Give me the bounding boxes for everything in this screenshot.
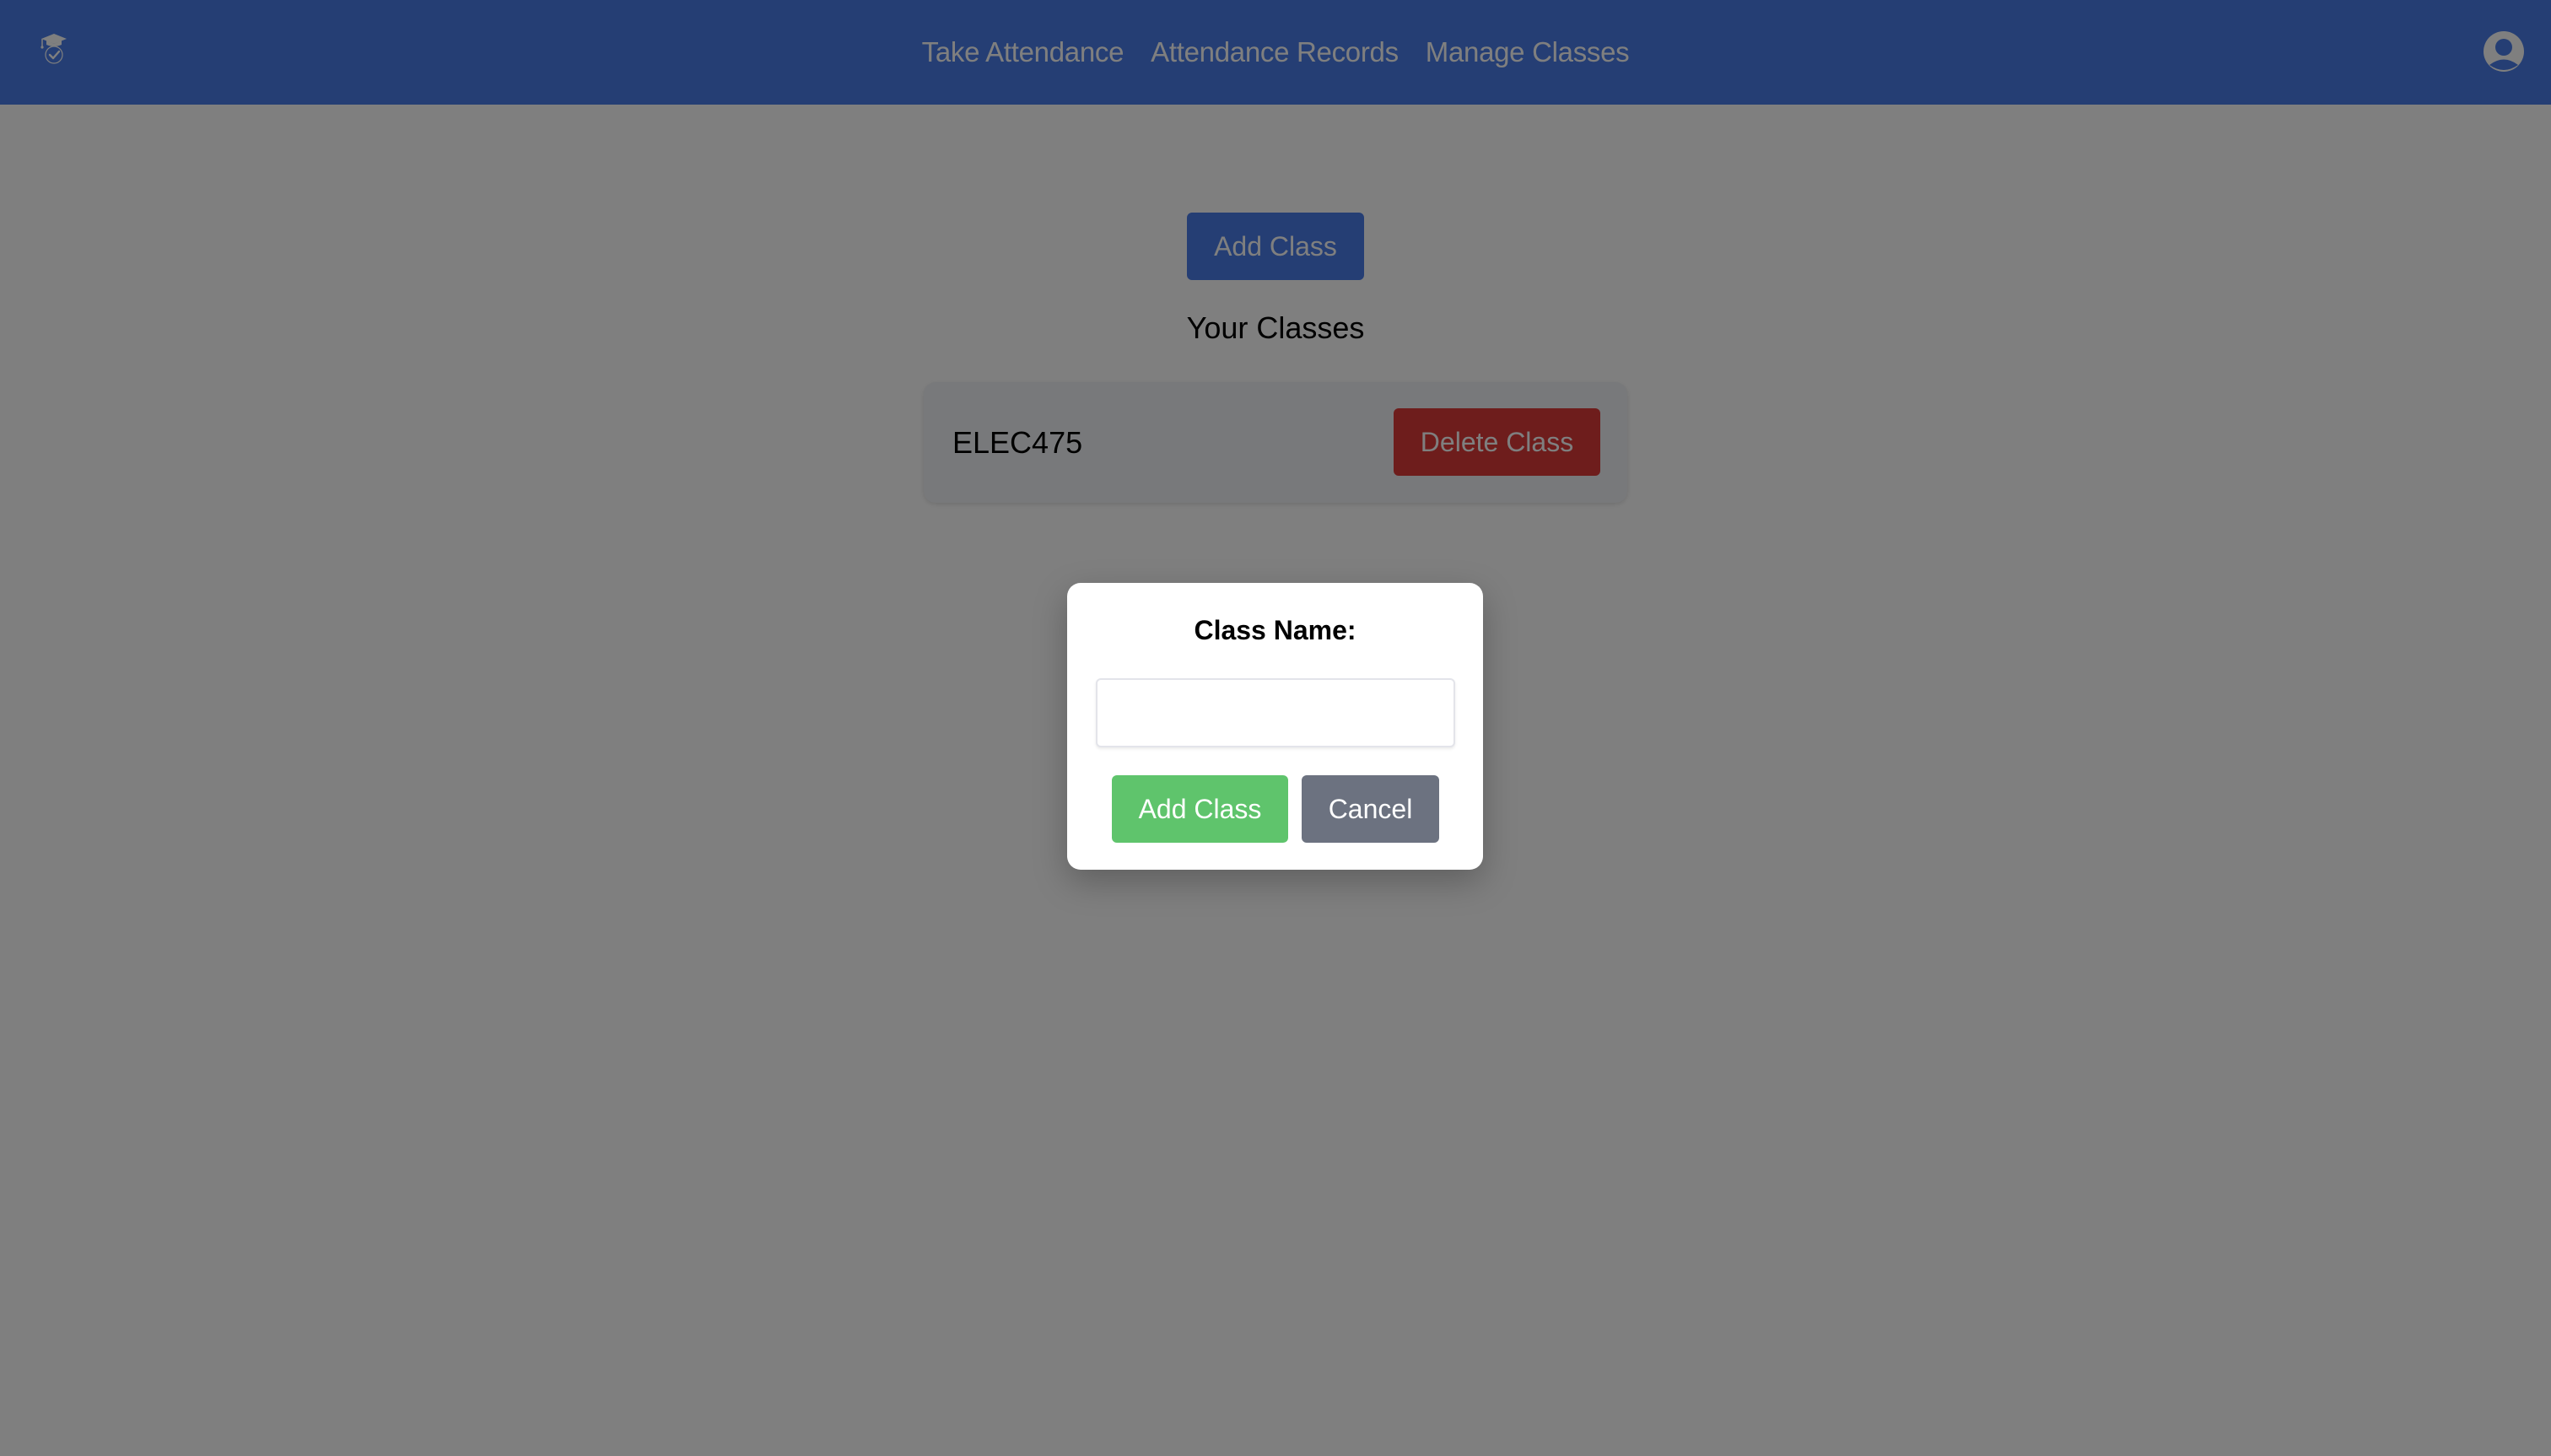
class-name-label: Class Name: <box>1194 615 1356 645</box>
modal-cancel-button[interactable]: Cancel <box>1302 775 1439 843</box>
class-name-input[interactable] <box>1096 678 1455 747</box>
add-class-modal: Class Name: Add Class Cancel <box>1067 583 1483 870</box>
modal-add-class-button[interactable]: Add Class <box>1112 775 1288 843</box>
